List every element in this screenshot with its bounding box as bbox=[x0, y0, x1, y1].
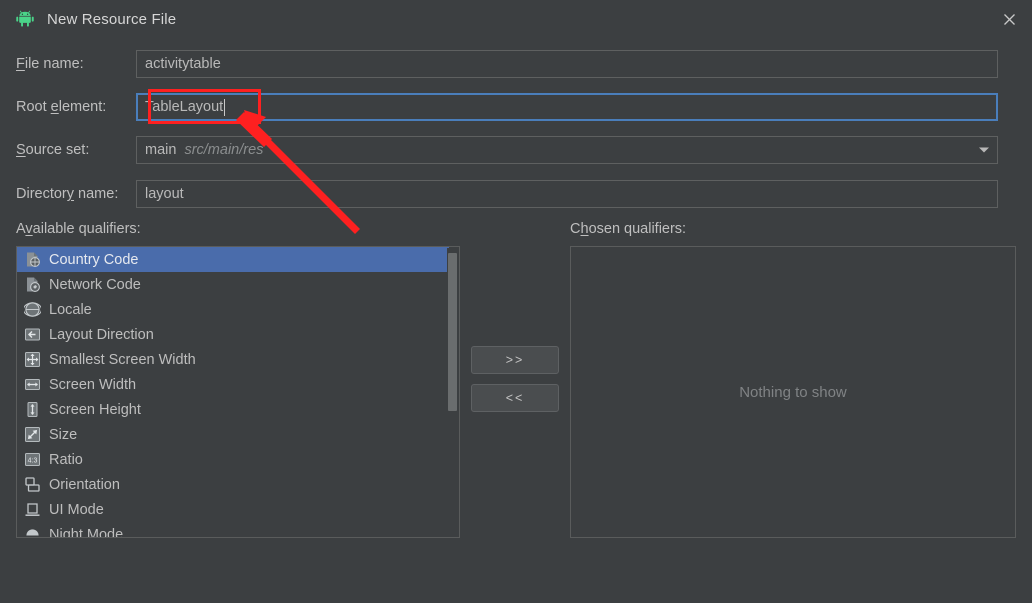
label-directory-name: Directory name: bbox=[16, 186, 119, 202]
chevron-down-icon[interactable] bbox=[971, 137, 997, 163]
source-set-combo[interactable]: main src/main/res bbox=[136, 136, 998, 164]
root-element-value: TableLayout bbox=[145, 99, 224, 115]
row-file-name: File name: activitytable bbox=[0, 50, 1032, 78]
qualifier-row[interactable]: UI Mode bbox=[17, 497, 449, 522]
night-mode-icon bbox=[23, 526, 41, 538]
arrow-left-icon bbox=[23, 326, 41, 344]
available-qualifiers-heading: Available qualifiers: bbox=[16, 221, 141, 237]
qualifier-label: Orientation bbox=[49, 476, 120, 493]
qualifier-row[interactable]: Screen Height bbox=[17, 397, 449, 422]
directory-name-value: layout bbox=[145, 186, 184, 202]
qualifier-row[interactable]: Night Mode bbox=[17, 522, 449, 538]
row-source-set: Source set: main src/main/res bbox=[0, 136, 1032, 164]
qualifier-row[interactable]: 4:3 Ratio bbox=[17, 447, 449, 472]
chosen-empty-text: Nothing to show bbox=[739, 383, 847, 401]
qualifier-row[interactable]: Size bbox=[17, 422, 449, 447]
row-directory-name: Directory name: layout bbox=[0, 180, 1032, 208]
qualifier-row[interactable]: Country Code bbox=[17, 247, 449, 272]
four-way-arrow-icon bbox=[23, 351, 41, 369]
root-element-input[interactable]: TableLayout bbox=[136, 93, 998, 121]
qualifier-row[interactable]: Locale bbox=[17, 297, 449, 322]
ui-mode-icon bbox=[23, 501, 41, 519]
diagonal-arrow-icon bbox=[23, 426, 41, 444]
svg-text:4:3: 4:3 bbox=[27, 458, 37, 465]
source-set-value: main bbox=[145, 142, 177, 158]
qualifier-row[interactable]: Network Code bbox=[17, 272, 449, 297]
row-root-element: Root element: TableLayout bbox=[0, 93, 1032, 121]
qualifier-row[interactable]: Smallest Screen Width bbox=[17, 347, 449, 372]
qualifier-label: Layout Direction bbox=[49, 326, 154, 343]
window-title: New Resource File bbox=[47, 10, 177, 28]
add-qualifier-button[interactable]: >> bbox=[471, 346, 559, 374]
chosen-qualifiers-heading: Chosen qualifiers: bbox=[570, 221, 687, 237]
orientation-icon bbox=[23, 476, 41, 494]
qualifier-label: Smallest Screen Width bbox=[49, 351, 196, 368]
directory-name-input[interactable]: layout bbox=[136, 180, 998, 208]
qualifier-row[interactable]: Layout Direction bbox=[17, 322, 449, 347]
remove-qualifier-button[interactable]: << bbox=[471, 384, 559, 412]
chosen-qualifiers-list[interactable]: Nothing to show bbox=[570, 246, 1016, 538]
available-list-scrollbar[interactable] bbox=[447, 248, 458, 537]
arrow-vertical-icon bbox=[23, 401, 41, 419]
qualifier-label: UI Mode bbox=[49, 501, 104, 518]
qualifier-row[interactable]: Screen Width bbox=[17, 372, 449, 397]
android-robot-icon bbox=[14, 8, 36, 30]
country-code-icon bbox=[23, 251, 41, 269]
source-set-path: src/main/res bbox=[184, 142, 264, 158]
network-code-icon bbox=[23, 276, 41, 294]
label-file-name: File name: bbox=[16, 56, 84, 72]
qualifier-label: Screen Width bbox=[49, 376, 137, 393]
qualifier-label: Screen Height bbox=[49, 401, 141, 418]
qualifier-label: Locale bbox=[49, 301, 92, 318]
text-caret bbox=[224, 98, 226, 116]
label-root-element: Root element: bbox=[16, 99, 107, 115]
qualifier-row[interactable]: Orientation bbox=[17, 472, 449, 497]
scrollbar-thumb[interactable] bbox=[448, 253, 457, 411]
title-bar: New Resource File bbox=[0, 0, 1032, 38]
qualifier-label: Network Code bbox=[49, 276, 141, 293]
arrow-horizontal-icon bbox=[23, 376, 41, 394]
available-qualifiers-list[interactable]: Country Code Network Code Locale Layout Dir… bbox=[16, 246, 460, 538]
qualifier-label: Ratio bbox=[49, 451, 83, 468]
qualifier-label: Size bbox=[49, 426, 78, 443]
new-resource-file-dialog: New Resource File File name: activitytab… bbox=[0, 0, 1032, 603]
file-name-input[interactable]: activitytable bbox=[136, 50, 998, 78]
file-name-value: activitytable bbox=[145, 56, 221, 72]
dialog-footer: ? OK Cancel bbox=[0, 545, 1032, 603]
label-source-set: Source set: bbox=[16, 142, 90, 158]
qualifier-label: Country Code bbox=[49, 251, 139, 268]
ratio-icon: 4:3 bbox=[23, 451, 41, 469]
qualifier-label: Night Mode bbox=[49, 526, 124, 538]
qualifier-rows-container: Country Code Network Code Locale Layout Dir… bbox=[17, 247, 449, 538]
close-icon[interactable] bbox=[986, 0, 1032, 38]
globe-icon bbox=[23, 301, 41, 319]
